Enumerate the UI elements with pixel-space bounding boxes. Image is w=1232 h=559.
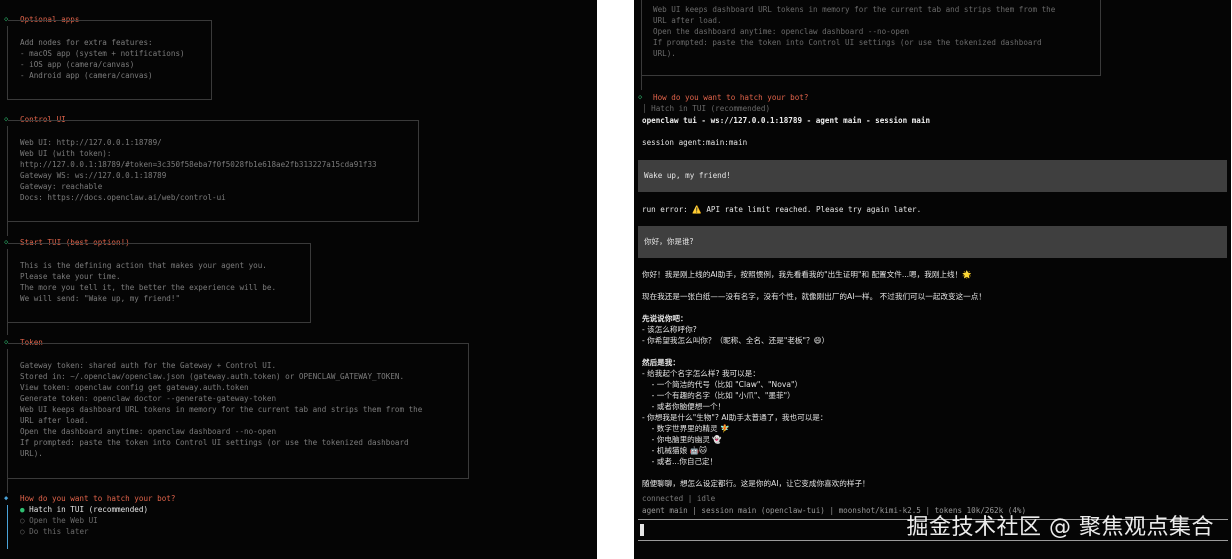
hatch-answer: │ Hatch in TUI (recommended) [642, 104, 771, 113]
hatch-option-label: Open the Web UI [29, 516, 98, 525]
hatch-option-webui[interactable]: ○ Open the Web UI [20, 515, 98, 526]
hatch-option-tui[interactable]: ● Hatch in TUI (recommended) [20, 504, 148, 515]
start-tui-line: The more you tell it, the better the exp… [20, 283, 277, 292]
token-line: URL after load. [653, 16, 722, 25]
control-ui-line: Gateway: reachable [20, 182, 103, 191]
reply-line: - 一个有趣的名字（比如 "小爪"、"墨菲"） [642, 391, 795, 400]
tui-header: openclaw tui - ws://127.0.0.1:18789 - ag… [642, 116, 931, 125]
user-message-text: Wake up, my friend! [644, 171, 731, 180]
reply-line [642, 346, 986, 357]
hatch-question: How do you want to hatch your bot? [20, 494, 176, 503]
control-ui-line: Gateway WS: ws://127.0.0.1:18789 [20, 171, 167, 180]
token-line: Gateway token: shared auth for the Gatew… [20, 361, 277, 370]
token-line: Web UI keeps dashboard URL tokens in mem… [20, 405, 423, 414]
active-step-rail [7, 505, 8, 549]
input-cursor[interactable] [640, 524, 644, 536]
token-line: If prompted: paste the token into Contro… [653, 38, 1042, 47]
step-diamond-icon: ◇ [638, 93, 643, 101]
radio-unselected-icon: ○ [20, 516, 25, 525]
control-ui-line[interactable]: http://127.0.0.1:18789/#token=3c350f58eb… [20, 159, 377, 170]
hatch-option-label: Hatch in TUI (recommended) [29, 505, 149, 514]
hatch-option-later[interactable]: ○ Do this later [20, 526, 89, 537]
reply-line [642, 280, 986, 291]
reply-line: - 该怎么称呼你? [642, 325, 697, 334]
user-message: 你好，你是谁? [638, 226, 1227, 258]
token-line: URL). [20, 449, 43, 458]
connection-status: connected | idle [642, 494, 716, 503]
token-line: URL). [653, 49, 676, 58]
hatch-answer-label: Hatch in TUI (recommended) [651, 104, 771, 113]
input-divider [638, 540, 1228, 555]
reply-line: 你好！我是刚上线的AI助手，按照惯例，我先看看我的"出生证明"和 配置文件...… [642, 270, 972, 279]
active-step-diamond-icon: ◆ [4, 494, 9, 502]
reply-line [642, 467, 986, 478]
optional-apps-line: - macOS app (system + notifications) [20, 49, 185, 58]
reply-line: 随便聊聊，想怎么设定都行。这是你的AI，让它变成你喜欢的样子！ [642, 479, 870, 488]
terminal-right: Web UI keeps dashboard URL tokens in mem… [634, 0, 1231, 559]
terminal-left: ◇ Optional apps Add nodes for extra feat… [0, 0, 597, 559]
token-line: Open the dashboard anytime: openclaw das… [653, 27, 910, 36]
start-tui-line: We will send: "Wake up, my friend!" [20, 294, 181, 303]
reply-heading: 先说说你吧： [642, 314, 688, 323]
reply-line: - 或者...你自己定！ [642, 457, 718, 466]
step-rail [641, 0, 642, 90]
token-line: Web UI keeps dashboard URL tokens in mem… [653, 5, 1056, 14]
reply-line: - 你想我是什么"生物"? AI助手太普通了，我也可以是： [642, 413, 828, 422]
token-line: Generate token: openclaw doctor --genera… [20, 394, 277, 403]
control-ui-line[interactable]: Docs: https://docs.openclaw.ai/web/contr… [20, 192, 226, 203]
start-tui-line: Please take your time. [20, 272, 121, 281]
reply-line: - 你希望我怎么叫你？（昵称、全名、还是"老板"？😄） [642, 336, 830, 345]
hatch-question: How do you want to hatch your bot? [653, 93, 809, 102]
reply-line: - 或者你脑便想一个！ [642, 402, 726, 411]
reply-line: - 机械猫娘 🤖🐱 [642, 446, 707, 455]
token-line: View token: openclaw config get gateway.… [20, 383, 249, 392]
control-ui-line: Web UI (with token): [20, 149, 112, 158]
control-ui-line: Web UI: http://127.0.0.1:18789/ [20, 138, 162, 147]
reply-line: - 你电脑里的幽灵 👻 [642, 435, 722, 444]
reply-line: - 数字世界里的精灵 🧚 [642, 424, 730, 433]
token-line: If prompted: paste the token into Contro… [20, 438, 409, 447]
reply-heading: 然后是我： [642, 358, 680, 367]
watermark: 掘金技术社区 @ 聚焦观点集合 [906, 515, 1214, 540]
reply-line: - 一个简洁的代号（比如 "Claw"、"Nova"） [642, 380, 803, 389]
token-line: Stored in: ~/.openclaw/openclaw.json (ga… [20, 372, 405, 381]
session-label: session agent:main:main [642, 138, 748, 147]
token-line: URL after load. [20, 416, 89, 425]
optional-apps-line: - iOS app (camera/canvas) [20, 60, 135, 69]
start-tui-line: This is the defining action that makes y… [20, 261, 267, 270]
optional-apps-line: Add nodes for extra features: [20, 38, 153, 47]
reply-line: - 给我起个名字怎么样? 我可以是： [642, 369, 760, 378]
user-message: Wake up, my friend! [638, 160, 1227, 192]
assistant-reply: 你好！我是刚上线的AI助手，按照惯例，我先看看我的"出生证明"和 配置文件...… [642, 269, 986, 489]
run-error: run error: ⚠️ API rate limit reached. Pl… [642, 205, 922, 214]
reply-line [642, 302, 986, 313]
token-line: Open the dashboard anytime: openclaw das… [20, 427, 277, 436]
hatch-option-label: Do this later [29, 527, 89, 536]
radio-selected-icon: ● [20, 505, 25, 514]
user-message-text: 你好，你是谁? [644, 237, 694, 246]
radio-unselected-icon: ○ [20, 527, 25, 536]
reply-line: 现在我还是一张白纸——没有名字，没有个性，就像刚出厂的AI一样。 不过我们可以一… [642, 292, 986, 301]
optional-apps-line: - Android app (camera/canvas) [20, 71, 153, 80]
